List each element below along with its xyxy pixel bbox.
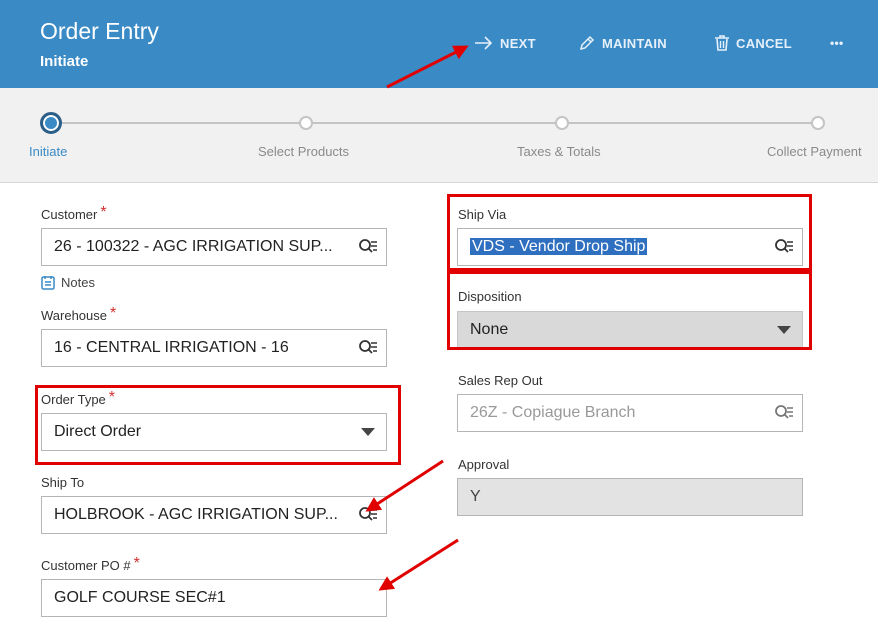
step-label-taxes-totals[interactable]: Taxes & Totals (517, 144, 601, 159)
sales-rep-out-value: 26Z - Copiague Branch (470, 404, 636, 421)
next-label: NEXT (500, 35, 536, 51)
customer-field[interactable]: 26 - 100322 - AGC IRRIGATION SUP... (41, 228, 387, 266)
lookup-icon[interactable] (350, 339, 386, 357)
sales-rep-out-field[interactable]: 26Z - Copiague Branch (457, 394, 803, 432)
lookup-icon[interactable] (350, 238, 386, 256)
customer-po-value: GOLF COURSE SEC#1 (54, 589, 226, 606)
customer-po-label: Customer PO # * (41, 555, 140, 573)
annotation-box-ship-via (447, 194, 812, 271)
notes-link[interactable]: Notes (41, 275, 95, 290)
step-label-collect-payment[interactable]: Collect Payment (767, 144, 862, 159)
more-icon: ••• (830, 36, 844, 50)
ship-to-field[interactable]: HOLBROOK - AGC IRRIGATION SUP... (41, 496, 387, 534)
approval-label: Approval (458, 457, 510, 472)
maintain-label: MAINTAIN (602, 35, 667, 51)
warehouse-field[interactable]: 16 - CENTRAL IRRIGATION - 16 (41, 329, 387, 367)
step-label-initiate[interactable]: Initiate (29, 144, 67, 159)
trash-icon (715, 35, 729, 51)
maintain-button[interactable]: MAINTAIN (578, 31, 667, 55)
app-header: Order Entry Initiate NEXT MAINTAIN CANCE… (0, 0, 878, 88)
warehouse-label: Warehouse * (41, 305, 117, 323)
ship-to-value: HOLBROOK - AGC IRRIGATION SUP... (54, 506, 338, 523)
sales-rep-out-label: Sales Rep Out (458, 373, 543, 388)
customer-po-input[interactable]: GOLF COURSE SEC#1 (41, 579, 387, 617)
warehouse-value: 16 - CENTRAL IRRIGATION - 16 (54, 339, 289, 356)
customer-value: 26 - 100322 - AGC IRRIGATION SUP... (54, 238, 333, 255)
step-dot-collect-payment[interactable] (811, 116, 825, 130)
more-options-button[interactable]: ••• (830, 31, 844, 55)
page-subtitle: Initiate (40, 53, 89, 70)
customer-label: Customer * (41, 204, 107, 222)
annotation-box-order-type (35, 385, 401, 465)
step-label-select-products[interactable]: Select Products (258, 144, 349, 159)
step-dot-select-products[interactable] (299, 116, 313, 130)
step-dot-initiate[interactable] (40, 112, 62, 134)
cancel-label: CANCEL (736, 35, 792, 51)
arrow-right-icon (475, 36, 493, 50)
approval-field: Y (457, 478, 803, 516)
annotation-box-disposition (447, 271, 812, 350)
next-button[interactable]: NEXT (474, 31, 536, 55)
lookup-icon[interactable] (766, 404, 802, 422)
pencil-icon (579, 35, 595, 51)
stepper-track (60, 122, 820, 124)
notes-label: Notes (61, 275, 95, 290)
step-dot-taxes-totals[interactable] (555, 116, 569, 130)
page-title: Order Entry (40, 18, 159, 44)
progress-stepper: Initiate Select Products Taxes & Totals … (0, 88, 878, 183)
cancel-button[interactable]: CANCEL (714, 31, 792, 55)
annotation-arrow-customer-po (378, 538, 459, 591)
approval-value: Y (470, 488, 481, 505)
lookup-icon[interactable] (350, 506, 386, 524)
ship-to-label: Ship To (41, 475, 85, 490)
notes-icon (41, 276, 55, 290)
